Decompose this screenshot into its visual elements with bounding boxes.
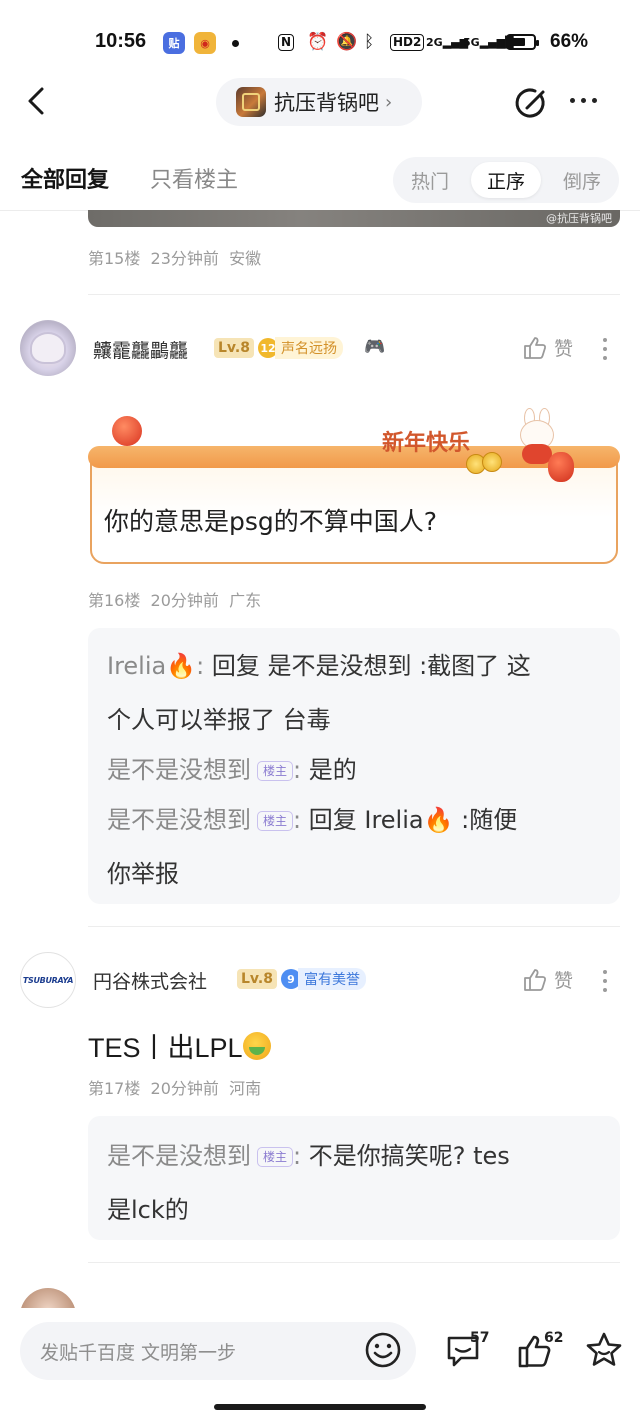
hd-icon: HD2 — [390, 31, 425, 53]
comment-button[interactable]: 57 — [444, 1330, 504, 1374]
reply-author[interactable]: 是不是没想到 — [107, 806, 251, 834]
post-meta: 第16楼 20分钟前 广东 — [88, 587, 261, 611]
post-location: 安徽 — [229, 249, 262, 268]
bluetooth-icon: ᛒ — [364, 32, 375, 52]
gamepad-icon: 🎮 — [364, 337, 386, 357]
post-content: 你的意思是psg的不算中国人? — [104, 507, 438, 536]
username[interactable]: 齉靇龘鸓龘 — [93, 336, 188, 363]
tab-only-op[interactable]: 只看楼主 — [150, 162, 238, 194]
chevron-right-icon: › — [385, 91, 393, 113]
reply-author[interactable]: 是不是没想到 — [107, 756, 251, 784]
post-more-icon[interactable] — [603, 338, 607, 360]
avatar[interactable] — [20, 320, 76, 376]
post-location: 广东 — [229, 591, 262, 610]
sort-descending-button[interactable]: 倒序 — [547, 162, 617, 198]
post-time: 20分钟前 — [150, 591, 219, 610]
star-favorite-icon[interactable] — [584, 1330, 624, 1370]
like-button[interactable]: 赞 — [522, 334, 573, 361]
reply-input[interactable]: 发贴千百度 文明第一步 — [20, 1322, 416, 1380]
tieba-app-icon: 贴 — [163, 32, 185, 54]
sick-emoji-icon — [242, 1032, 271, 1060]
comment-count: 57 — [470, 1330, 490, 1346]
mute-icon: 🔕 — [336, 32, 358, 52]
username[interactable]: 円谷株式会社 — [93, 967, 207, 994]
image-watermark: @抗压背锅吧 — [546, 212, 612, 225]
divider — [88, 1262, 620, 1263]
notification-dot — [232, 40, 239, 47]
signal-2g-icon: 2G ▂▄▆ — [426, 35, 469, 49]
post-more-icon[interactable] — [603, 970, 607, 992]
edit-share-icon[interactable] — [513, 86, 549, 122]
battery-icon — [506, 34, 539, 50]
forum-name: 抗压背锅吧 — [274, 91, 379, 115]
reply-input-placeholder: 发贴千百度 文明第一步 — [40, 1341, 237, 1364]
back-arrow-icon[interactable] — [22, 86, 52, 116]
floor-number: 第15楼 — [88, 249, 141, 268]
post-time: 23分钟前 — [150, 249, 219, 268]
floor-number: 第16楼 — [88, 591, 141, 610]
sub-reply[interactable]: 是不是没想到 楼主: 不是你搞笑呢? tes — [107, 1136, 510, 1171]
sort-hot-button[interactable]: 热门 — [395, 162, 465, 198]
op-tag: 楼主 — [257, 811, 294, 831]
forum-avatar — [236, 87, 266, 117]
divider — [88, 294, 620, 295]
level-badge: Lv.8 — [237, 969, 277, 989]
like-button[interactable]: 赞 — [522, 966, 573, 993]
forum-entry-button[interactable]: 抗压背锅吧 › — [216, 78, 422, 126]
sort-toggle: 热门 正序 倒序 — [393, 157, 619, 203]
status-time: 10:56 — [95, 30, 147, 52]
reply-text-continued: 个人可以举报了 台毒 — [107, 706, 331, 734]
op-tag: 楼主 — [257, 1147, 294, 1167]
like-post-button[interactable]: 62 — [516, 1330, 576, 1374]
alarm-icon: ⏰ — [307, 32, 329, 52]
post-time: 20分钟前 — [150, 1079, 219, 1098]
weibo-app-icon: ◉ — [194, 32, 216, 54]
lantern-icon — [112, 416, 142, 446]
reply-text: 是的 — [301, 756, 357, 784]
divider — [88, 926, 620, 927]
post-location: 河南 — [229, 1079, 262, 1098]
red-lantern-icon — [548, 452, 574, 482]
more-options-icon[interactable] — [570, 98, 597, 103]
reply-text-continued: 是lck的 — [107, 1196, 189, 1224]
post-content: TES丨出LPL — [88, 1026, 271, 1065]
honor-badge: 9 富有美誉 — [281, 967, 366, 991]
honor-badge: 12 声名远扬 — [258, 336, 343, 360]
thumbs-up-icon — [524, 336, 547, 359]
reply-text: 回复 Irelia🔥 :随便 — [301, 806, 518, 834]
reply-author[interactable]: 是不是没想到 — [107, 1142, 251, 1170]
new-year-banner: 新年快乐 — [382, 430, 471, 456]
home-indicator[interactable] — [214, 1404, 426, 1410]
op-tag: 楼主 — [257, 761, 294, 781]
coins-icon — [466, 452, 506, 474]
floor-number: 第17楼 — [88, 1079, 141, 1098]
post-meta: 第15楼 23分钟前 安徽 — [88, 245, 261, 269]
tab-all-replies[interactable]: 全部回复 — [21, 162, 109, 194]
reply-author[interactable]: Irelia🔥 — [107, 652, 196, 680]
sub-reply[interactable]: Irelia🔥: 回复 是不是没想到 :截图了 这 — [107, 646, 531, 681]
reply-text: 不是你搞笑呢? tes — [301, 1142, 510, 1170]
reply-text-continued: 你举报 — [107, 860, 179, 888]
sub-reply[interactable]: 是不是没想到 楼主: 回复 Irelia🔥 :随便 — [107, 800, 517, 835]
sub-reply[interactable]: 是不是没想到 楼主: 是的 — [107, 750, 357, 785]
like-count: 62 — [544, 1330, 564, 1346]
avatar[interactable]: TSUBURAYA — [20, 952, 76, 1008]
reply-text: 回复 是不是没想到 :截图了 这 — [204, 652, 531, 680]
battery-percent: 66% — [550, 31, 589, 52]
post-meta: 第17楼 20分钟前 河南 — [88, 1075, 261, 1099]
nfc-icon: N — [278, 31, 295, 53]
thumbs-up-icon — [524, 968, 547, 991]
post-image-partial[interactable]: @抗压背锅吧 — [88, 210, 620, 227]
level-badge: Lv.8 — [214, 338, 254, 358]
sort-ascending-button[interactable]: 正序 — [471, 162, 541, 198]
emoji-smile-icon[interactable] — [364, 1331, 402, 1369]
